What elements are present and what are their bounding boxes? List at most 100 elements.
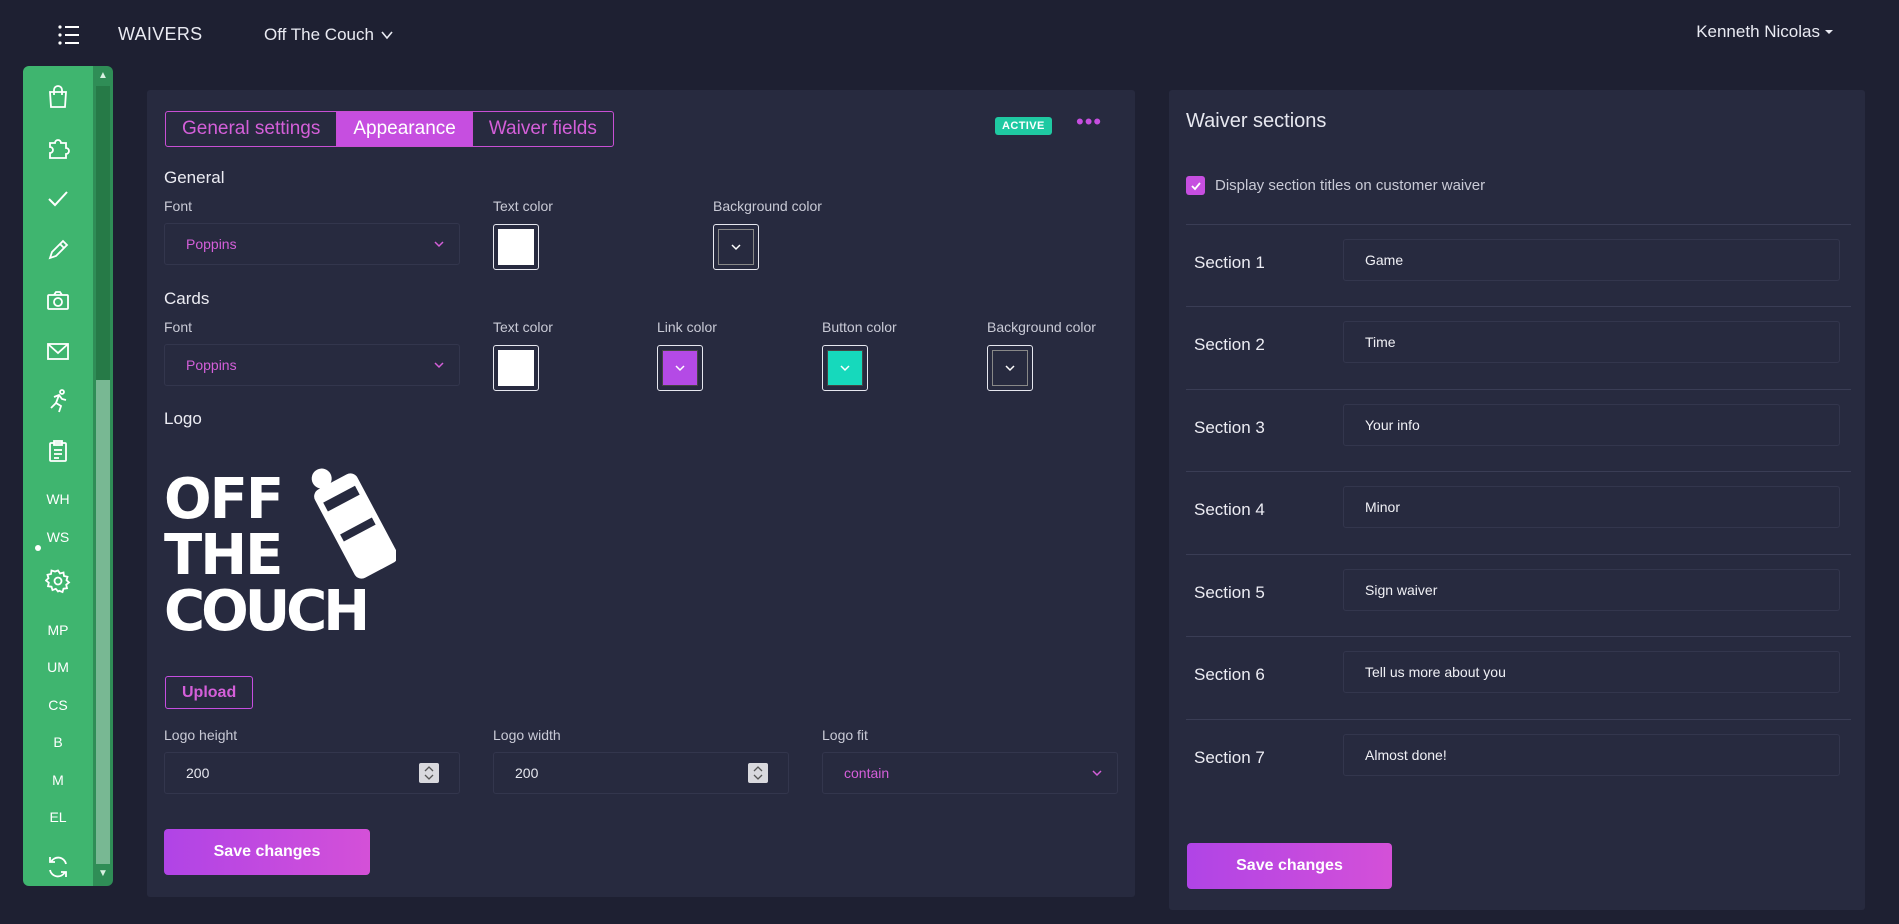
- section-row: Section 5: [1186, 554, 1851, 636]
- pencil-icon[interactable]: [23, 235, 93, 265]
- section-title-input[interactable]: [1343, 321, 1840, 363]
- logo-width-input[interactable]: 200: [493, 752, 789, 794]
- rail-item-ws[interactable]: WS: [23, 522, 93, 552]
- caret-down-icon: [1825, 30, 1833, 34]
- section-row: Section 2: [1186, 306, 1851, 388]
- clipboard-icon[interactable]: [23, 436, 93, 466]
- settings-tabs: General settings Appearance Waiver field…: [165, 111, 614, 147]
- chevron-down-icon: [381, 31, 393, 40]
- section-title-input[interactable]: [1343, 651, 1840, 693]
- tab-waiver-fields[interactable]: Waiver fields: [473, 112, 613, 146]
- tab-appearance[interactable]: Appearance: [337, 112, 473, 146]
- cards-font-select[interactable]: Poppins: [164, 344, 460, 386]
- logo-height-label: Logo height: [164, 727, 238, 743]
- rail-scrollbar[interactable]: ▲ ▼: [93, 66, 113, 886]
- more-options-icon[interactable]: •••: [1076, 111, 1102, 133]
- section-label: Section 7: [1194, 748, 1265, 767]
- color-fill: [827, 350, 863, 386]
- menu-list-icon[interactable]: [56, 22, 82, 48]
- puzzle-icon[interactable]: [23, 133, 93, 163]
- color-fill: [498, 229, 534, 265]
- display-titles-label: Display section titles on customer waive…: [1215, 177, 1486, 194]
- display-titles-checkbox[interactable]: [1186, 176, 1205, 195]
- upload-button[interactable]: Upload: [165, 676, 254, 709]
- section-title-input[interactable]: [1343, 404, 1840, 446]
- section-label: Section 2: [1194, 335, 1265, 354]
- cards-text-color-label: Text color: [493, 319, 553, 335]
- general-font-value: Poppins: [186, 236, 237, 252]
- gear-icon[interactable]: [23, 566, 93, 596]
- rail-item-um[interactable]: UM: [23, 652, 93, 682]
- save-sections-button[interactable]: Save changes: [1187, 843, 1392, 889]
- user-menu[interactable]: Kenneth Nicolas: [1696, 22, 1834, 42]
- general-bg-color-swatch[interactable]: [713, 224, 759, 270]
- rail-menu: WH WS MP UM CS B M EL: [23, 66, 93, 886]
- general-heading: General: [164, 168, 225, 187]
- logo-height-input[interactable]: 200: [164, 752, 460, 794]
- general-font-label: Font: [164, 198, 193, 214]
- chevron-down-icon: [434, 241, 444, 248]
- section-label: Section 5: [1194, 583, 1265, 602]
- section-title-input[interactable]: [1343, 239, 1840, 281]
- cards-button-color-swatch[interactable]: [822, 345, 868, 391]
- general-text-color-label: Text color: [493, 198, 553, 214]
- logo-width-value: 200: [515, 765, 539, 781]
- chevron-down-icon: [1005, 365, 1015, 372]
- general-text-color-swatch[interactable]: [493, 224, 539, 270]
- rail-item-cs[interactable]: CS: [23, 690, 93, 720]
- cards-link-color-swatch[interactable]: [657, 345, 703, 391]
- top-bar: WAIVERS Off The Couch Kenneth Nicolas: [0, 0, 1899, 66]
- section-title-input[interactable]: [1343, 734, 1840, 776]
- chevron-down-icon: [840, 365, 850, 372]
- scroll-down-icon[interactable]: ▼: [97, 868, 109, 880]
- chevron-down-icon: [1092, 770, 1102, 777]
- app-title: WAIVERS: [118, 24, 203, 44]
- side-rail: WH WS MP UM CS B M EL ▲ ▼: [23, 66, 113, 886]
- cards-button-color-label: Button color: [822, 319, 897, 335]
- tab-general-settings[interactable]: General settings: [166, 112, 338, 146]
- section-row: Section 3: [1186, 389, 1851, 471]
- check-icon[interactable]: [23, 184, 93, 214]
- section-label: Section 6: [1194, 665, 1265, 684]
- general-bg-color-label: Background color: [713, 198, 822, 214]
- rail-item-el[interactable]: EL: [23, 802, 93, 832]
- rail-item-mp[interactable]: MP: [23, 615, 93, 645]
- cards-font-label: Font: [164, 319, 193, 335]
- section-title-input[interactable]: [1343, 569, 1840, 611]
- stepper-icon[interactable]: [748, 763, 768, 783]
- cards-text-color-swatch[interactable]: [493, 345, 539, 391]
- color-fill: [992, 350, 1028, 386]
- venue-name: Off The Couch: [264, 25, 374, 44]
- scrollbar-thumb[interactable]: [96, 86, 110, 380]
- general-font-select[interactable]: Poppins: [164, 223, 460, 265]
- scrollbar-track: [96, 380, 110, 864]
- venue-logo: OFF THE COUCH: [164, 460, 398, 644]
- logo-line3: COUCH: [164, 579, 366, 636]
- user-name: Kenneth Nicolas: [1696, 22, 1820, 41]
- refresh-icon[interactable]: [23, 852, 93, 882]
- scroll-up-icon[interactable]: ▲: [97, 70, 109, 82]
- venue-selector[interactable]: Off The Couch: [264, 25, 394, 45]
- logo-fit-select[interactable]: contain: [822, 752, 1118, 794]
- cards-font-value: Poppins: [186, 357, 237, 373]
- rail-item-m[interactable]: M: [23, 765, 93, 795]
- logo-width-label: Logo width: [493, 727, 561, 743]
- logo-height-value: 200: [186, 765, 210, 781]
- camera-icon[interactable]: [23, 285, 93, 315]
- section-row: Section 1: [1186, 224, 1851, 306]
- bag-icon[interactable]: [23, 82, 93, 112]
- save-appearance-button[interactable]: Save changes: [164, 829, 370, 875]
- stepper-icon[interactable]: [419, 763, 439, 783]
- cards-bg-color-swatch[interactable]: [987, 345, 1033, 391]
- display-titles-option[interactable]: Display section titles on customer waive…: [1186, 176, 1485, 195]
- mail-icon[interactable]: [23, 336, 93, 366]
- section-row: Section 6: [1186, 636, 1851, 718]
- section-title-input[interactable]: [1343, 486, 1840, 528]
- cards-link-color-label: Link color: [657, 319, 717, 335]
- couch-figure-icon: [311, 468, 398, 579]
- section-label: Section 3: [1194, 418, 1265, 437]
- cards-bg-color-label: Background color: [987, 319, 1096, 335]
- rail-item-b[interactable]: B: [23, 727, 93, 757]
- rail-item-wh[interactable]: WH: [23, 484, 93, 514]
- running-icon[interactable]: [23, 386, 93, 416]
